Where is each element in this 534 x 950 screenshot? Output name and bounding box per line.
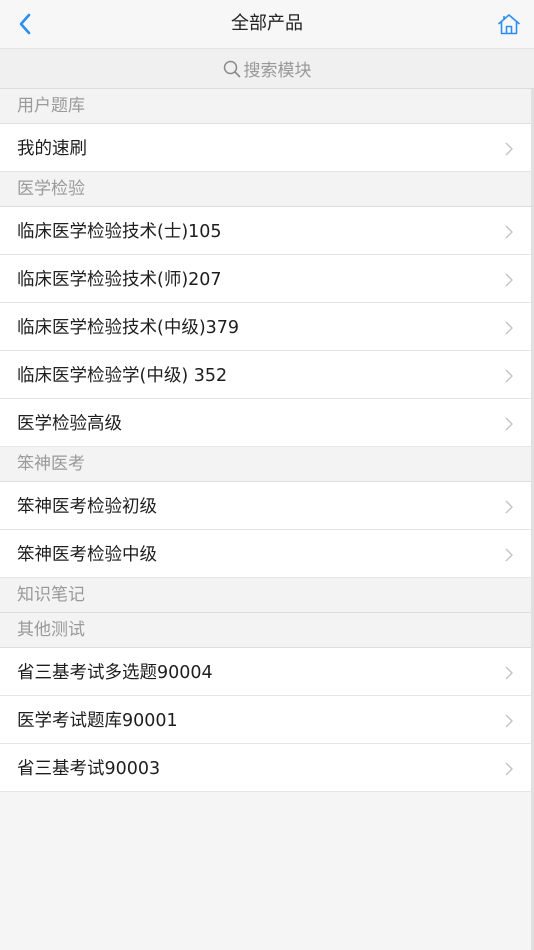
chevron-right-icon [505, 321, 513, 334]
list-item[interactable]: 笨神医考检验初级 [0, 482, 531, 530]
list-item[interactable]: 省三基考试90003 [0, 744, 531, 792]
list-item-label: 临床医学检验学(中级) 352 [17, 366, 228, 386]
search-placeholder: 搜索模块 [243, 61, 312, 81]
list-item-label: 医学考试题库90001 [17, 711, 178, 731]
list-item-label: 临床医学检验技术(师)207 [17, 270, 222, 290]
section-header: 笨神医考 [0, 447, 531, 482]
list-item-label: 临床医学检验技术(士)105 [17, 222, 222, 242]
chevron-right-icon [505, 369, 513, 382]
list-item[interactable]: 笨神医考检验中级 [0, 530, 531, 578]
section-header: 知识笔记 [0, 578, 531, 613]
app-screen: 全部产品 搜索模块 用户题库我的速刷医学检验临床医学检验技术(士)105 临床医学… [0, 0, 534, 950]
list-item-label: 医学检验高级 [17, 414, 122, 434]
list-item[interactable]: 临床医学检验技术(师)207 [0, 255, 531, 303]
list-item-label: 临床医学检验技术(中级)379 [17, 318, 240, 338]
section-header: 其他测试 [0, 613, 531, 648]
product-list: 用户题库我的速刷医学检验临床医学检验技术(士)105 临床医学检验技术(师)207… [0, 89, 531, 792]
chevron-right-icon [505, 714, 513, 727]
list-item[interactable]: 医学检验高级 [0, 399, 531, 447]
chevron-right-icon [505, 666, 513, 679]
home-icon [497, 14, 521, 35]
chevron-right-icon [505, 225, 513, 238]
chevron-right-icon [505, 762, 513, 775]
list-item[interactable]: 医学考试题库90001 [0, 696, 531, 744]
list-item[interactable]: 临床医学检验技术(中级)379 [0, 303, 531, 351]
chevron-right-icon [505, 142, 513, 155]
chevron-right-icon [505, 500, 513, 513]
list-item-label: 我的速刷 [17, 139, 87, 159]
section-header: 用户题库 [0, 89, 531, 124]
list-item[interactable]: 省三基考试多选题90004 [0, 648, 531, 696]
section-header: 医学检验 [0, 172, 531, 207]
list-item-label: 笨神医考检验初级 [17, 497, 157, 517]
chevron-right-icon [505, 273, 513, 286]
chevron-right-icon [505, 548, 513, 561]
page-title: 全部产品 [231, 13, 303, 34]
search-icon [223, 60, 241, 78]
list-item[interactable]: 我的速刷 [0, 124, 531, 172]
chevron-right-icon [505, 417, 513, 430]
list-item-label: 省三基考试多选题90004 [17, 663, 213, 683]
list-item-label: 省三基考试90003 [17, 759, 161, 779]
home-button[interactable] [492, 7, 526, 41]
nav-bar: 全部产品 [0, 0, 534, 49]
list-item[interactable]: 临床医学检验学(中级) 352 [0, 351, 531, 399]
search-bar[interactable]: 搜索模块 [0, 49, 534, 89]
list-item[interactable]: 临床医学检验技术(士)105 [0, 207, 531, 255]
list-item-label: 笨神医考检验中级 [17, 545, 157, 565]
